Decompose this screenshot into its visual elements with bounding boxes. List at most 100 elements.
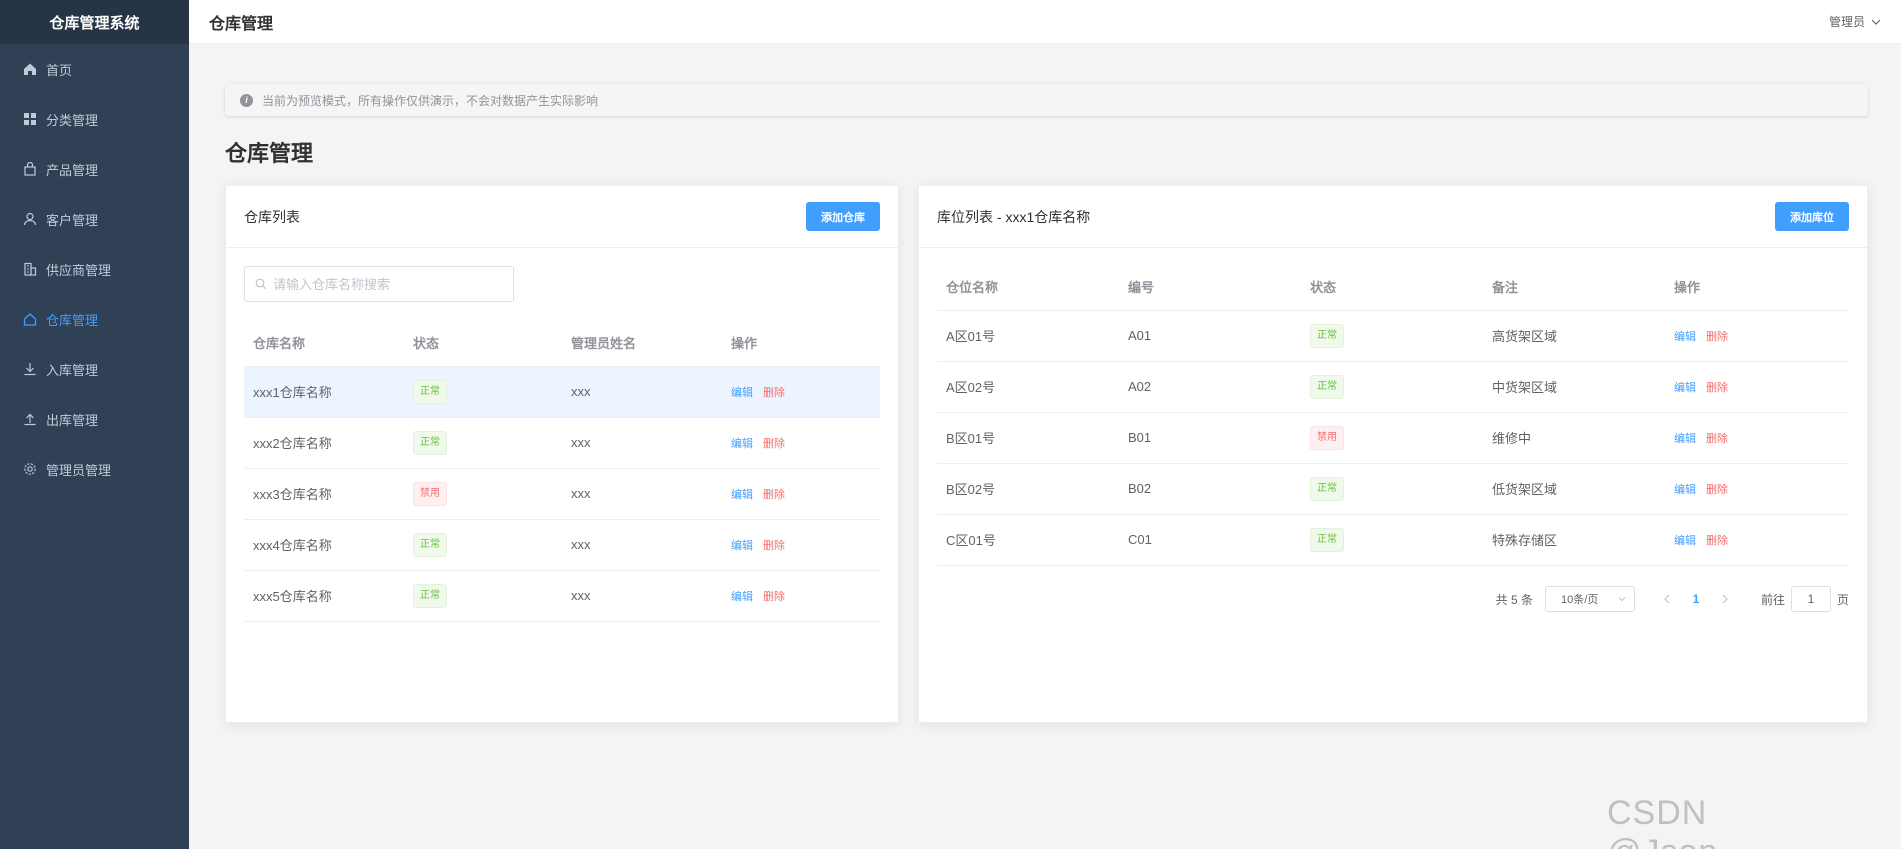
user-name: 管理员 — [1828, 15, 1865, 29]
status-badge: 禁用 — [1310, 425, 1344, 450]
status-badge: 正常 — [413, 430, 447, 455]
table-row[interactable]: B区01号 B01 禁用 维修中 编辑 删除 — [937, 412, 1849, 464]
preview-notice: i 当前为预览模式，所有操作仅供演示，不会对数据产生实际影响 — [225, 84, 1868, 116]
actions-cell: 编辑 删除 — [722, 519, 880, 571]
sidebar-item-6[interactable]: 入库管理 — [0, 344, 189, 394]
actions-cell: 编辑 删除 — [722, 468, 880, 520]
goto-page-input[interactable] — [1790, 586, 1831, 612]
warehouse-column-header: 操作 — [722, 320, 880, 367]
actions-cell: 编辑 删除 — [1665, 412, 1849, 464]
delete-button[interactable]: 删除 — [763, 387, 785, 399]
edit-button[interactable]: 编辑 — [731, 591, 753, 603]
sidebar-item-label: 供应商管理 — [46, 262, 112, 278]
prev-page-button[interactable] — [1655, 586, 1679, 612]
delete-button[interactable]: 删除 — [763, 591, 785, 603]
next-page-button[interactable] — [1713, 586, 1737, 612]
page-size-select[interactable]: 10条/页 — [1544, 586, 1635, 612]
chevron-right-icon — [1722, 594, 1728, 604]
edit-button[interactable]: 编辑 — [731, 489, 753, 501]
status-cell: 禁用 — [1301, 412, 1483, 464]
edit-button[interactable]: 编辑 — [731, 438, 753, 450]
table-row[interactable]: C区01号 C01 正常 特殊存储区 编辑 删除 — [937, 514, 1849, 566]
chevron-down-icon — [1871, 19, 1881, 25]
sidebar-item-7[interactable]: 出库管理 — [0, 394, 189, 444]
grid-icon — [22, 111, 38, 127]
house-icon — [22, 311, 38, 327]
delete-button[interactable]: 删除 — [763, 438, 785, 450]
location-name: A区02号 — [937, 361, 1119, 413]
delete-button[interactable]: 删除 — [1706, 331, 1728, 343]
delete-button[interactable]: 删除 — [1706, 535, 1728, 547]
table-row[interactable]: B区02号 B02 正常 低货架区域 编辑 删除 — [937, 463, 1849, 515]
sidebar-item-4[interactable]: 供应商管理 — [0, 244, 189, 294]
location-name: B区02号 — [937, 463, 1119, 515]
sidebar-item-label: 仓库管理 — [46, 312, 99, 328]
table-row[interactable]: xxx1仓库名称 正常 xxx 编辑 删除 — [244, 366, 880, 418]
actions-cell: 编辑 删除 — [1665, 463, 1849, 515]
sidebar-item-0[interactable]: 首页 — [0, 44, 189, 94]
table-row[interactable]: A区02号 A02 正常 中货架区域 编辑 删除 — [937, 361, 1849, 413]
add-location-button[interactable]: 添加库位 — [1775, 202, 1849, 231]
goto-page: 前往 页 — [1761, 586, 1849, 612]
sidebar-item-1[interactable]: 分类管理 — [0, 94, 189, 144]
location-note: 特殊存储区 — [1483, 514, 1665, 566]
gear-icon — [22, 461, 38, 477]
edit-button[interactable]: 编辑 — [731, 540, 753, 552]
page-number-current[interactable]: 1 — [1679, 586, 1713, 612]
warehouse-search-input[interactable] — [273, 276, 503, 292]
chevron-down-icon — [1618, 597, 1626, 602]
location-column-header: 编号 — [1119, 264, 1301, 311]
add-warehouse-button[interactable]: 添加仓库 — [806, 202, 880, 231]
location-list-card: 库位列表 - xxx1仓库名称 添加库位 仓位名称 编号 状态 备注 操作 A区01号 A… — [918, 185, 1868, 723]
edit-button[interactable]: 编辑 — [1674, 382, 1696, 394]
edit-button[interactable]: 编辑 — [731, 387, 753, 399]
delete-button[interactable]: 删除 — [1706, 433, 1728, 445]
sidebar-item-5[interactable]: 仓库管理 — [0, 294, 189, 344]
location-note: 低货架区域 — [1483, 463, 1665, 515]
user-icon — [22, 211, 38, 227]
location-column-header: 仓位名称 — [937, 264, 1119, 311]
header-title: 仓库管理 — [209, 15, 274, 33]
manager-name: xxx — [562, 366, 722, 418]
delete-button[interactable]: 删除 — [1706, 382, 1728, 394]
location-column-header: 备注 — [1483, 264, 1665, 311]
info-icon: i — [240, 93, 253, 107]
home-icon — [22, 61, 38, 77]
warehouse-search[interactable] — [244, 266, 514, 302]
sidebar-item-3[interactable]: 客户管理 — [0, 194, 189, 244]
delete-button[interactable]: 删除 — [763, 489, 785, 501]
status-cell: 正常 — [404, 417, 562, 469]
building-icon — [22, 261, 38, 277]
status-cell: 正常 — [1301, 310, 1483, 362]
sidebar-item-label: 分类管理 — [46, 112, 99, 128]
table-row[interactable]: xxx3仓库名称 禁用 xxx 编辑 删除 — [244, 468, 880, 520]
manager-name: xxx — [562, 570, 722, 622]
table-row[interactable]: A区01号 A01 正常 高货架区域 编辑 删除 — [937, 310, 1849, 362]
table-row[interactable]: xxx5仓库名称 正常 xxx 编辑 删除 — [244, 570, 880, 622]
location-note: 中货架区域 — [1483, 361, 1665, 413]
delete-button[interactable]: 删除 — [1706, 484, 1728, 496]
user-menu[interactable]: 管理员 — [1829, 13, 1881, 30]
warehouse-name: xxx1仓库名称 — [244, 366, 404, 418]
sidebar-item-8[interactable]: 管理员管理 — [0, 444, 189, 494]
table-row[interactable]: xxx4仓库名称 正常 xxx 编辑 删除 — [244, 519, 880, 571]
location-name: B区01号 — [937, 412, 1119, 464]
delete-button[interactable]: 删除 — [763, 540, 785, 552]
warehouse-table: 仓库名称 状态 管理员姓名 操作 xxx1仓库名称 正常 xxx 编辑 删除 xxx2仓库名称正… — [244, 320, 880, 622]
edit-button[interactable]: 编辑 — [1674, 484, 1696, 496]
top-header: 仓库管理 管理员 — [189, 0, 1901, 44]
warehouse-card-title: 仓库列表 — [244, 208, 300, 225]
edit-button[interactable]: 编辑 — [1674, 331, 1696, 343]
upload-icon — [22, 411, 38, 427]
download-icon — [22, 361, 38, 377]
edit-button[interactable]: 编辑 — [1674, 433, 1696, 445]
location-name: A区01号 — [937, 310, 1119, 362]
location-code: B02 — [1119, 463, 1301, 515]
warehouse-column-header: 仓库名称 — [244, 320, 404, 367]
table-row[interactable]: xxx2仓库名称 正常 xxx 编辑 删除 — [244, 417, 880, 469]
status-cell: 正常 — [404, 570, 562, 622]
sidebar: 仓库管理系统 首页 分类管理 产品管理 客户管理 供应商管理 仓库管理 入库管理 出库管理 管理… — [0, 0, 189, 849]
edit-button[interactable]: 编辑 — [1674, 535, 1696, 547]
sidebar-item-2[interactable]: 产品管理 — [0, 144, 189, 194]
status-cell: 正常 — [1301, 514, 1483, 566]
